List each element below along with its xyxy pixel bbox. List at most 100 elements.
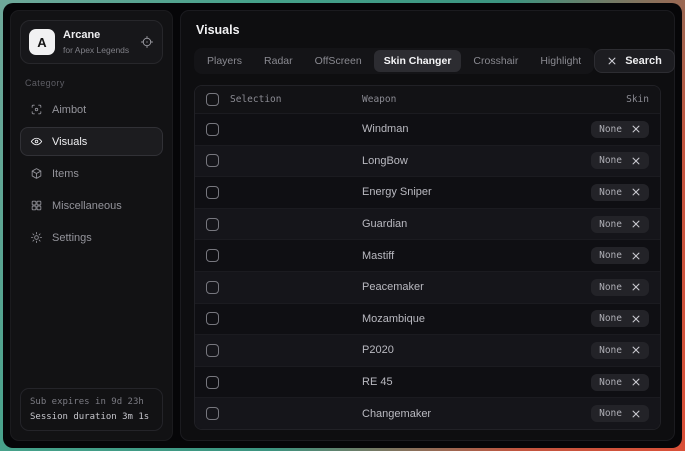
weapon-name: Peacemaker bbox=[362, 281, 424, 293]
visuals-icon bbox=[30, 135, 43, 148]
target-icon[interactable] bbox=[140, 35, 154, 49]
skin-table: Selection Weapon Skin Windman None LongB… bbox=[194, 85, 661, 430]
items-icon bbox=[30, 167, 43, 180]
table-row: Windman None bbox=[195, 113, 660, 145]
profile-card[interactable]: A Arcane for Apex Legends bbox=[20, 20, 163, 64]
row-checkbox[interactable] bbox=[206, 123, 219, 136]
weapon-name: Mastiff bbox=[362, 250, 394, 262]
weapon-name: Energy Sniper bbox=[362, 186, 432, 198]
clear-skin-icon[interactable] bbox=[631, 345, 641, 355]
table-row: Guardian None bbox=[195, 208, 660, 240]
column-header-selection: Selection bbox=[230, 94, 281, 105]
main-panel: Visuals PlayersRadarOffScreenSkin Change… bbox=[180, 10, 675, 441]
weapon-name: Changemaker bbox=[362, 408, 431, 420]
table-row: RE 45 None bbox=[195, 366, 660, 398]
sidebar-item-settings[interactable]: Settings bbox=[20, 223, 163, 252]
skin-selector[interactable]: None bbox=[591, 405, 649, 422]
sidebar-item-visuals[interactable]: Visuals bbox=[20, 127, 163, 156]
weapon-name: Mozambique bbox=[362, 313, 425, 325]
sidebar-item-label: Settings bbox=[52, 232, 92, 244]
x-icon bbox=[607, 56, 617, 66]
row-checkbox[interactable] bbox=[206, 376, 219, 389]
tab-crosshair[interactable]: Crosshair bbox=[463, 50, 528, 72]
aimbot-icon bbox=[30, 103, 43, 116]
skin-selector[interactable]: None bbox=[591, 279, 649, 296]
skin-value: None bbox=[599, 408, 622, 419]
category-label: Category bbox=[25, 78, 158, 88]
column-header-skin: Skin bbox=[626, 94, 649, 105]
row-checkbox[interactable] bbox=[206, 281, 219, 294]
row-checkbox[interactable] bbox=[206, 407, 219, 420]
sidebar-item-label: Aimbot bbox=[52, 104, 86, 116]
clear-skin-icon[interactable] bbox=[631, 251, 641, 261]
weapon-name: Windman bbox=[362, 123, 408, 135]
row-checkbox[interactable] bbox=[206, 218, 219, 231]
skin-selector[interactable]: None bbox=[591, 374, 649, 391]
table-row: P2020 None bbox=[195, 334, 660, 366]
skin-selector[interactable]: None bbox=[591, 152, 649, 169]
table-header-row: Selection Weapon Skin bbox=[195, 86, 660, 113]
skin-value: None bbox=[599, 282, 622, 293]
tab-skin-changer[interactable]: Skin Changer bbox=[374, 50, 462, 72]
skin-selector[interactable]: None bbox=[591, 310, 649, 327]
table-row: Mozambique None bbox=[195, 303, 660, 335]
skin-value: None bbox=[599, 313, 622, 324]
weapon-name: LongBow bbox=[362, 155, 408, 167]
app-logo: A bbox=[29, 29, 55, 55]
weapon-name: P2020 bbox=[362, 344, 394, 356]
session-duration-text: Session duration 3m 1s bbox=[30, 412, 153, 422]
weapon-name: Guardian bbox=[362, 218, 407, 230]
skin-value: None bbox=[599, 124, 622, 135]
skin-value: None bbox=[599, 345, 622, 356]
sidebar-nav: Aimbot Visuals Items Miscellaneous Setti… bbox=[20, 95, 163, 255]
row-checkbox[interactable] bbox=[206, 344, 219, 357]
sidebar-item-label: Visuals bbox=[52, 136, 87, 148]
skin-value: None bbox=[599, 250, 622, 261]
skin-selector[interactable]: None bbox=[591, 216, 649, 233]
skin-selector[interactable]: None bbox=[591, 121, 649, 138]
skin-value: None bbox=[599, 377, 622, 388]
tab-players[interactable]: Players bbox=[197, 50, 252, 72]
search-button[interactable]: Search bbox=[594, 49, 675, 73]
sidebar-item-label: Miscellaneous bbox=[52, 200, 122, 212]
clear-skin-icon[interactable] bbox=[631, 156, 641, 166]
skin-selector[interactable]: None bbox=[591, 342, 649, 359]
sidebar-item-label: Items bbox=[52, 168, 79, 180]
tab-radar[interactable]: Radar bbox=[254, 50, 303, 72]
column-header-weapon: Weapon bbox=[362, 94, 396, 105]
sidebar-item-aimbot[interactable]: Aimbot bbox=[20, 95, 163, 124]
tab-offscreen[interactable]: OffScreen bbox=[305, 50, 372, 72]
tab-highlight[interactable]: Highlight bbox=[530, 50, 591, 72]
select-all-checkbox[interactable] bbox=[206, 93, 219, 106]
clear-skin-icon[interactable] bbox=[631, 282, 641, 292]
clear-skin-icon[interactable] bbox=[631, 219, 641, 229]
clear-skin-icon[interactable] bbox=[631, 377, 641, 387]
sidebar: A Arcane for Apex Legends Category Aimbo… bbox=[10, 10, 173, 441]
skin-value: None bbox=[599, 187, 622, 198]
search-button-label: Search bbox=[625, 55, 662, 67]
skin-selector[interactable]: None bbox=[591, 247, 649, 264]
sidebar-item-items[interactable]: Items bbox=[20, 159, 163, 188]
sidebar-item-miscellaneous[interactable]: Miscellaneous bbox=[20, 191, 163, 220]
clear-skin-icon[interactable] bbox=[631, 187, 641, 197]
weapon-name: RE 45 bbox=[362, 376, 393, 388]
clear-skin-icon[interactable] bbox=[631, 409, 641, 419]
skin-selector[interactable]: None bbox=[591, 184, 649, 201]
table-row: Peacemaker None bbox=[195, 271, 660, 303]
settings-icon bbox=[30, 231, 43, 244]
row-checkbox[interactable] bbox=[206, 249, 219, 262]
clear-skin-icon[interactable] bbox=[631, 314, 641, 324]
table-row: Mastiff None bbox=[195, 239, 660, 271]
row-checkbox[interactable] bbox=[206, 312, 219, 325]
toolbar: PlayersRadarOffScreenSkin ChangerCrossha… bbox=[194, 48, 661, 74]
tab-bar: PlayersRadarOffScreenSkin ChangerCrossha… bbox=[194, 48, 594, 74]
table-row: Energy Sniper None bbox=[195, 176, 660, 208]
misc-icon bbox=[30, 199, 43, 212]
subscription-status-card: Sub expires in 9d 23h Session duration 3… bbox=[20, 388, 163, 431]
row-checkbox[interactable] bbox=[206, 154, 219, 167]
clear-skin-icon[interactable] bbox=[631, 124, 641, 134]
table-body: Windman None LongBow None Energy Sniper … bbox=[195, 113, 660, 429]
app-name: Arcane bbox=[63, 29, 129, 42]
app-window: A Arcane for Apex Legends Category Aimbo… bbox=[3, 3, 682, 448]
row-checkbox[interactable] bbox=[206, 186, 219, 199]
